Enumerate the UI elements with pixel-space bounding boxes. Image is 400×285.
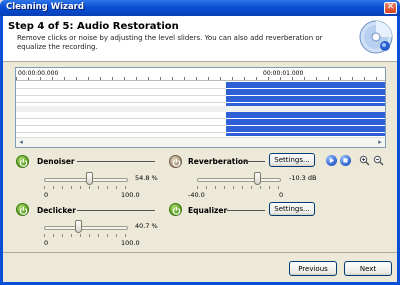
declicker-min: 0 xyxy=(44,239,49,247)
denoiser-value: 54.8 % xyxy=(135,174,158,182)
ruler-ticks xyxy=(16,77,385,80)
reverberation-power-toggle[interactable] xyxy=(169,155,182,168)
stop-button[interactable] xyxy=(340,155,351,166)
scroll-right-icon[interactable]: ▸ xyxy=(375,138,385,147)
denoiser-max: 100.0 xyxy=(121,191,140,199)
selected-region[interactable] xyxy=(226,82,385,106)
power-icon xyxy=(19,206,28,215)
power-icon xyxy=(19,158,28,167)
close-button[interactable]: ✕ xyxy=(384,2,397,14)
play-button[interactable] xyxy=(326,155,337,166)
footer-divider xyxy=(3,252,397,253)
waveform-track-left[interactable] xyxy=(16,82,385,106)
waveform-panel[interactable]: 00:00:00.000 00:00:01.000 ◂ ▸ xyxy=(15,67,386,148)
title-bar: Cleaning Wizard ✕ xyxy=(0,0,400,16)
denoiser-power-toggle[interactable] xyxy=(16,155,29,168)
denoiser-slider-thumb[interactable] xyxy=(86,172,94,185)
wizard-header: Step 4 of 5: Audio Restoration Remove cl… xyxy=(3,16,397,62)
scroll-left-icon[interactable]: ◂ xyxy=(16,138,26,147)
reverberation-settings-button[interactable]: Settings... xyxy=(269,153,315,167)
next-button[interactable]: Next xyxy=(344,261,392,276)
declicker-slider-thumb[interactable] xyxy=(75,220,83,233)
reverberation-min: -40.0 xyxy=(188,191,205,199)
horizontal-scrollbar[interactable]: ◂ ▸ xyxy=(16,137,385,147)
previous-button[interactable]: Previous xyxy=(289,261,337,276)
declicker-ticks xyxy=(44,234,128,237)
waveform-track-right[interactable] xyxy=(16,112,385,136)
waveform-tracks[interactable] xyxy=(16,82,385,137)
declicker-slider-track[interactable] xyxy=(44,226,128,230)
declicker-max: 100.0 xyxy=(121,239,140,247)
equalizer-settings-button[interactable]: Settings... xyxy=(269,202,315,216)
time-mark-label: 00:00:01.000 xyxy=(263,70,304,77)
step-title: Step 4 of 5: Audio Restoration xyxy=(8,21,179,32)
reverberation-ticks xyxy=(197,186,281,189)
declicker-label: Declicker xyxy=(37,206,76,215)
denoiser-min: 0 xyxy=(44,191,49,199)
power-icon xyxy=(172,158,181,167)
reverberation-slider-track[interactable] xyxy=(197,178,281,182)
declicker-value: 40.7 % xyxy=(135,222,158,230)
power-icon xyxy=(172,206,181,215)
declicker-divider xyxy=(77,210,155,211)
step-description: Remove clicks or noise by adjusting the … xyxy=(17,34,323,51)
unselected-region xyxy=(16,112,226,136)
declicker-power-toggle[interactable] xyxy=(16,203,29,216)
window-title: Cleaning Wizard xyxy=(6,2,84,12)
denoiser-label: Denoiser xyxy=(37,157,75,166)
cd-disc-icon xyxy=(359,20,393,54)
denoiser-divider xyxy=(77,161,155,162)
denoiser-ticks xyxy=(44,186,128,189)
zoom-out-icon[interactable] xyxy=(373,155,384,166)
reverberation-divider xyxy=(243,161,265,162)
close-icon: ✕ xyxy=(386,2,395,12)
time-start-label: 00:00:00.000 xyxy=(18,70,59,77)
equalizer-power-toggle[interactable] xyxy=(169,203,182,216)
equalizer-divider xyxy=(227,210,265,211)
reverberation-value: -10.3 dB xyxy=(289,174,317,182)
stop-icon xyxy=(343,158,348,163)
reverberation-label: Reverberation xyxy=(188,157,249,166)
zoom-in-icon[interactable] xyxy=(359,155,370,166)
unselected-region xyxy=(16,82,226,106)
play-icon xyxy=(330,158,334,163)
reverberation-max: 0 xyxy=(279,191,284,199)
reverberation-slider-thumb[interactable] xyxy=(254,172,262,185)
selected-region[interactable] xyxy=(226,112,385,136)
equalizer-label: Equalizer xyxy=(188,206,228,215)
time-ruler: 00:00:00.000 00:00:01.000 xyxy=(16,68,385,81)
